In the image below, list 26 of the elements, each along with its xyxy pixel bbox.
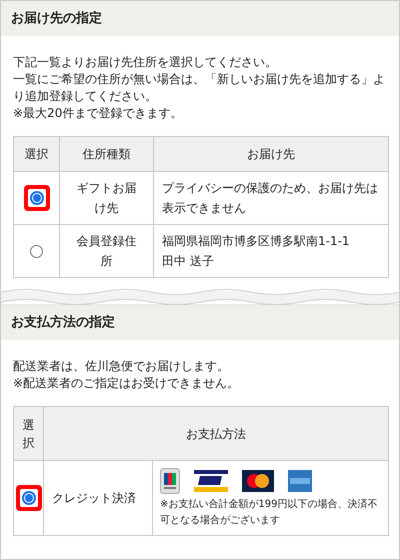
card-logo-icon: [160, 468, 180, 494]
instruction-text: 配送業者は、佐川急便でお届けします。: [13, 358, 230, 375]
radio-button[interactable]: [22, 491, 36, 505]
section-title: お支払方法の指定: [11, 314, 115, 332]
radio-button[interactable]: [30, 191, 44, 205]
card-logo-icon: [288, 470, 312, 492]
card-logo-icon: [194, 470, 228, 492]
instruction-text: 一覧にご希望の住所が無い場合は、「新しいお届け先を追加する」より追加登録してください。: [13, 71, 386, 105]
column-header: 住所種類: [60, 136, 154, 172]
instruction-text: 下記一覧よりお届け先住所を選択してください。: [13, 54, 278, 71]
column-header: お届け先: [154, 136, 388, 172]
instruction-text: ※配送業者のご指定はお受けできません。: [13, 375, 240, 392]
table-cell-text: 福岡県福岡市博多区博多駅南1-1-1: [162, 233, 351, 250]
payment-note: ※お支払い合計金額が199円以下の場合、決済不可となる場合がございます: [160, 498, 378, 528]
card-logo-icon: [242, 470, 274, 492]
column-header: 選択: [22, 416, 34, 452]
table-cell-text: プライバシーの保護のため、お届け先は表示できません: [162, 180, 379, 217]
table-cell-text: 田中 送子: [162, 253, 215, 270]
table-cell: ギフトお届け先: [60, 172, 154, 224]
instruction-text: ※最大20件まで登録できます。: [13, 105, 184, 122]
radio-button[interactable]: [30, 244, 43, 258]
section-title: お届け先の指定: [11, 10, 102, 28]
table-cell: 会員登録住所: [60, 224, 154, 278]
column-header: 選択: [14, 136, 60, 172]
column-header: お支払方法: [44, 406, 388, 460]
table-cell: クレジット決済: [44, 460, 152, 536]
